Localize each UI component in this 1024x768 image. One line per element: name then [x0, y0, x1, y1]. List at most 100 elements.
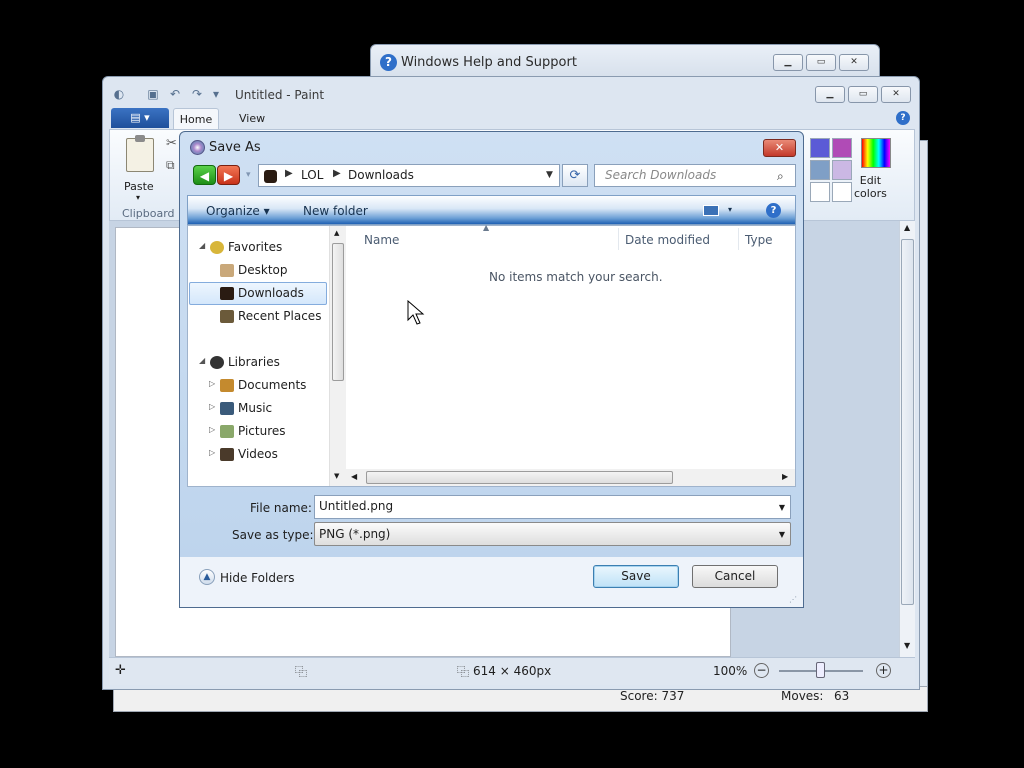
- color-swatch[interactable]: [832, 182, 852, 202]
- nav-documents[interactable]: ▷ Documents: [188, 374, 328, 397]
- save-type-value: PNG (*.png): [319, 527, 391, 541]
- edit-colors-label[interactable]: Edit colors: [854, 174, 887, 200]
- redo-icon[interactable]: ↷: [190, 87, 204, 101]
- maximize-button[interactable]: ▭: [848, 86, 878, 103]
- save-as-dialog[interactable]: Save As ✕ ◀ ▶ ▾ ▶ LOL ▶ Downloads ▼ ⟳ Se…: [179, 131, 804, 608]
- file-name-input[interactable]: Untitled.png ▼: [314, 495, 791, 519]
- zoom-in-button[interactable]: +: [876, 663, 891, 678]
- hide-folders-button[interactable]: Hide Folders: [220, 571, 295, 585]
- edit-colors-icon[interactable]: [861, 138, 891, 168]
- scroll-left-icon[interactable]: ◀: [351, 472, 357, 481]
- close-button[interactable]: ✕: [881, 86, 911, 103]
- maximize-button[interactable]: ▭: [806, 54, 836, 71]
- score-text: Score: 737: [620, 689, 685, 703]
- nav-desktop[interactable]: Desktop: [188, 259, 328, 282]
- scroll-thumb[interactable]: [332, 243, 344, 381]
- close-button[interactable]: ✕: [763, 139, 796, 157]
- scroll-down-icon[interactable]: ▼: [904, 641, 910, 650]
- close-button[interactable]: ✕: [839, 54, 869, 71]
- column-name[interactable]: Name: [364, 233, 399, 247]
- search-placeholder: Search Downloads: [605, 168, 717, 182]
- color-swatch[interactable]: [810, 138, 830, 158]
- expand-icon[interactable]: ▷: [209, 379, 215, 388]
- zoom-out-button[interactable]: −: [754, 663, 769, 678]
- minimize-button[interactable]: ▁: [815, 86, 845, 103]
- customize-qat-icon[interactable]: ▾: [209, 87, 223, 101]
- refresh-button[interactable]: ⟳: [562, 164, 588, 187]
- paint-menu-button[interactable]: ▤ ▾: [111, 108, 169, 128]
- zoom-slider-thumb[interactable]: [816, 662, 825, 678]
- documents-icon: [220, 379, 234, 392]
- hide-folders-icon[interactable]: ▲: [199, 569, 215, 585]
- save-type-dropdown-icon[interactable]: ▼: [779, 530, 785, 539]
- tab-view[interactable]: View: [239, 112, 265, 125]
- nav-videos[interactable]: ▷ Videos: [188, 443, 328, 466]
- save-icon[interactable]: ▣: [146, 87, 160, 101]
- scroll-up-icon[interactable]: ▲: [904, 223, 910, 232]
- selection-size-icon: ⿻: [295, 665, 308, 679]
- save-type-select[interactable]: PNG (*.png) ▼: [314, 522, 791, 546]
- expand-icon[interactable]: ▷: [209, 448, 215, 457]
- file-browser: ◢ Favorites Desktop Downloads Recent Pla…: [187, 223, 796, 487]
- color-swatch[interactable]: [832, 138, 852, 158]
- view-dropdown-icon[interactable]: ▾: [728, 205, 732, 214]
- breadcrumb-downloads[interactable]: Downloads: [348, 168, 414, 182]
- resize-grip-icon[interactable]: ⋰: [789, 595, 797, 604]
- address-bar[interactable]: ▶ LOL ▶ Downloads ▼: [258, 164, 560, 187]
- organize-button[interactable]: Organize ▾: [206, 204, 270, 218]
- nav-label: Favorites: [228, 240, 283, 254]
- minimize-button[interactable]: ▁: [773, 54, 803, 71]
- expand-icon[interactable]: ▷: [209, 402, 215, 411]
- search-icon[interactable]: ⌕: [777, 169, 791, 183]
- collapse-icon[interactable]: ◢: [199, 356, 205, 365]
- title-bar[interactable]: ◐ ▣ ↶ ↷ ▾ Untitled - Paint ▁ ▭ ✕: [103, 77, 919, 107]
- column-divider[interactable]: [618, 228, 619, 250]
- back-button[interactable]: ◀: [193, 165, 216, 185]
- paste-dropdown-icon[interactable]: ▾: [136, 193, 140, 202]
- empty-message: No items match your search.: [489, 270, 663, 284]
- color-swatch[interactable]: [810, 160, 830, 180]
- scroll-thumb[interactable]: [366, 471, 673, 484]
- scroll-right-icon[interactable]: ▶: [782, 472, 788, 481]
- expand-icon[interactable]: ▷: [209, 425, 215, 434]
- new-folder-button[interactable]: New folder: [303, 204, 368, 218]
- copy-icon[interactable]: ⧉: [166, 158, 175, 173]
- help-icon[interactable]: ?: [896, 111, 910, 125]
- color-swatch[interactable]: [832, 160, 852, 180]
- column-date-modified[interactable]: Date modified: [625, 233, 710, 247]
- nav-music[interactable]: ▷ Music: [188, 397, 328, 420]
- nav-downloads[interactable]: Downloads: [188, 282, 328, 305]
- breadcrumb-separator-icon[interactable]: ▶: [333, 168, 341, 179]
- nav-libraries[interactable]: ◢ Libraries: [188, 351, 328, 374]
- breadcrumb-separator-icon[interactable]: ▶: [285, 168, 293, 179]
- file-name-dropdown-icon[interactable]: ▼: [779, 503, 785, 512]
- column-divider[interactable]: [738, 228, 739, 250]
- help-icon[interactable]: ?: [766, 203, 781, 218]
- nav-scrollbar[interactable]: ▲ ▼: [329, 226, 346, 486]
- zoom-level: 100%: [713, 664, 748, 678]
- cancel-button[interactable]: Cancel: [692, 565, 778, 588]
- file-list[interactable]: ▲ Name Date modified Type No items match…: [346, 223, 795, 486]
- save-button[interactable]: Save: [593, 565, 679, 588]
- nav-pictures[interactable]: ▷ Pictures: [188, 420, 328, 443]
- search-input[interactable]: Search Downloads ⌕: [594, 164, 796, 187]
- nav-recent-places[interactable]: Recent Places: [188, 305, 328, 328]
- breadcrumb-lol[interactable]: LOL: [301, 168, 323, 182]
- scroll-down-icon[interactable]: ▼: [334, 472, 339, 480]
- column-type[interactable]: Type: [745, 233, 773, 247]
- cut-icon[interactable]: ✂: [166, 136, 177, 151]
- vertical-scrollbar[interactable]: ▲ ▼: [899, 221, 915, 657]
- change-view-icon[interactable]: [703, 205, 719, 216]
- forward-button[interactable]: ▶: [217, 165, 240, 185]
- nav-favorites[interactable]: ◢ Favorites: [188, 236, 328, 259]
- collapse-icon[interactable]: ◢: [199, 241, 205, 250]
- scroll-thumb[interactable]: [901, 239, 914, 605]
- scroll-up-icon[interactable]: ▲: [334, 229, 339, 237]
- tab-home[interactable]: Home: [173, 108, 219, 129]
- address-dropdown-icon[interactable]: ▼: [546, 170, 553, 180]
- horizontal-scrollbar[interactable]: ◀ ▶: [346, 469, 795, 486]
- pictures-icon: [220, 425, 234, 438]
- undo-icon[interactable]: ↶: [168, 87, 182, 101]
- color-swatch[interactable]: [810, 182, 830, 202]
- recent-locations-icon[interactable]: ▾: [246, 170, 251, 180]
